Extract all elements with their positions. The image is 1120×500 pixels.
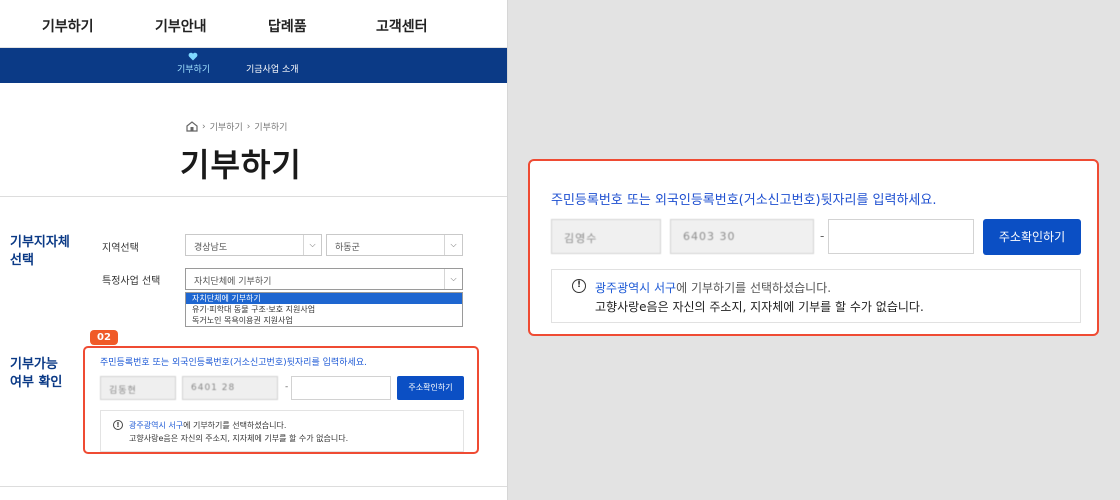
zoom-notice-line-1: 광주광역시 서구에 기부하기를 선택하셨습니다. bbox=[595, 279, 831, 296]
verify-description: 주민등록번호 또는 외국인등록번호(거소신고번호)뒷자리를 입력하세요. bbox=[100, 358, 367, 368]
notice-region: 광주광역시 서구 bbox=[129, 421, 184, 430]
divider bbox=[0, 486, 507, 487]
region-label: 지역선택 bbox=[102, 243, 139, 254]
zoom-address-check-button[interactable]: 주소확인하기 bbox=[983, 219, 1081, 255]
project-value: 자치단체에 기부하기 bbox=[194, 277, 272, 287]
verify-section-title: 기부가능 여부 확인 bbox=[10, 357, 63, 390]
chevron-down-icon: ⌵ bbox=[303, 235, 321, 255]
nav-guide[interactable]: 기부안내 bbox=[155, 16, 207, 36]
subnav-donate[interactable]: 기부하기 bbox=[177, 62, 210, 75]
notice-line-1: 광주광역시 서구에 기부하기를 선택하셨습니다. bbox=[129, 420, 286, 431]
zoom-birth-field: 6403 30 bbox=[670, 219, 814, 254]
nav-donate[interactable]: 기부하기 bbox=[42, 16, 94, 36]
zoom-notice-region: 광주광역시 서구 bbox=[595, 281, 677, 295]
notice-line-1-text: 에 기부하기를 선택하셨습니다. bbox=[183, 421, 287, 430]
divider bbox=[0, 196, 507, 197]
name-field: 김동현 bbox=[100, 376, 176, 400]
breadcrumb-item[interactable]: 기부하기 bbox=[254, 120, 287, 133]
breadcrumb-item[interactable]: 기부하기 bbox=[210, 120, 243, 133]
breadcrumb: › 기부하기 › 기부하기 bbox=[186, 120, 287, 133]
dropdown-option[interactable]: 자치단체에 기부하기 bbox=[186, 293, 462, 304]
region-section-title: 기부지자체 선택 bbox=[10, 235, 70, 268]
info-icon: ! bbox=[572, 279, 586, 293]
nav-gifts[interactable]: 답례품 bbox=[268, 16, 307, 36]
heart-icon bbox=[188, 52, 198, 61]
city-value: 하동군 bbox=[335, 243, 360, 253]
left-page: 기부하기 기부안내 답례품 고객센터 기부하기 기금사업 소개 › 기부하기 ›… bbox=[0, 0, 508, 500]
id-back-input[interactable] bbox=[291, 376, 391, 400]
address-check-button[interactable]: 주소확인하기 bbox=[397, 376, 464, 400]
zoom-description: 주민등록번호 또는 외국인등록번호(거소신고번호)뒷자리를 입력하세요. bbox=[551, 193, 937, 208]
nav-customer-center[interactable]: 고객센터 bbox=[376, 16, 428, 36]
zoom-notice-line-2: 고향사랑e음은 자신의 주소지, 지자체에 기부를 할 수가 없습니다. bbox=[595, 300, 924, 314]
info-icon: ! bbox=[113, 420, 123, 430]
sub-nav: 기부하기 기금사업 소개 bbox=[0, 48, 507, 83]
page-title: 기부하기 bbox=[180, 146, 302, 184]
chevron-down-icon: ⌵ bbox=[444, 269, 462, 289]
notice-line-2: 고향사랑e음은 자신의 주소지, 지자체에 기부를 할 수가 없습니다. bbox=[129, 434, 349, 443]
birth-field: 6401 28 bbox=[182, 376, 278, 400]
zoom-id-back-input[interactable] bbox=[828, 219, 974, 254]
province-select[interactable]: 경상남도 ⌵ bbox=[185, 234, 322, 256]
step-badge: 02 bbox=[90, 330, 118, 345]
breadcrumb-sep: › bbox=[202, 121, 206, 132]
dash: - bbox=[820, 229, 825, 243]
zoom-name-field: 김영수 bbox=[551, 219, 661, 254]
subnav-fund-intro[interactable]: 기금사업 소개 bbox=[246, 62, 299, 75]
project-dropdown-list: 자치단체에 기부하기 유기·피학대 동물 구조·보호 지원사업 독거노인 목욕이… bbox=[185, 292, 463, 327]
notice-box: ! 광주광역시 서구에 기부하기를 선택하셨습니다. 고향사랑e음은 자신의 주… bbox=[100, 410, 464, 452]
dropdown-option[interactable]: 유기·피학대 동물 구조·보호 지원사업 bbox=[186, 304, 462, 315]
project-select[interactable]: 자치단체에 기부하기 ⌵ bbox=[185, 268, 463, 290]
dropdown-option[interactable]: 독거노인 목욕이용권 지원사업 bbox=[186, 315, 462, 326]
zoom-panel: 주민등록번호 또는 외국인등록번호(거소신고번호)뒷자리를 입력하세요. 김영수… bbox=[528, 159, 1099, 336]
global-nav: 기부하기 기부안내 답례품 고객센터 bbox=[0, 0, 507, 48]
dash: - bbox=[285, 382, 289, 392]
project-label: 특정사업 선택 bbox=[102, 276, 161, 287]
breadcrumb-sep: › bbox=[246, 121, 251, 132]
home-icon[interactable] bbox=[186, 121, 198, 132]
city-select[interactable]: 하동군 ⌵ bbox=[326, 234, 463, 256]
province-value: 경상남도 bbox=[194, 243, 228, 253]
zoom-notice-line-1-text: 에 기부하기를 선택하셨습니다. bbox=[676, 281, 832, 295]
chevron-down-icon: ⌵ bbox=[444, 235, 462, 255]
zoom-notice-box: ! 광주광역시 서구에 기부하기를 선택하셨습니다. 고향사랑e음은 자신의 주… bbox=[551, 269, 1081, 323]
